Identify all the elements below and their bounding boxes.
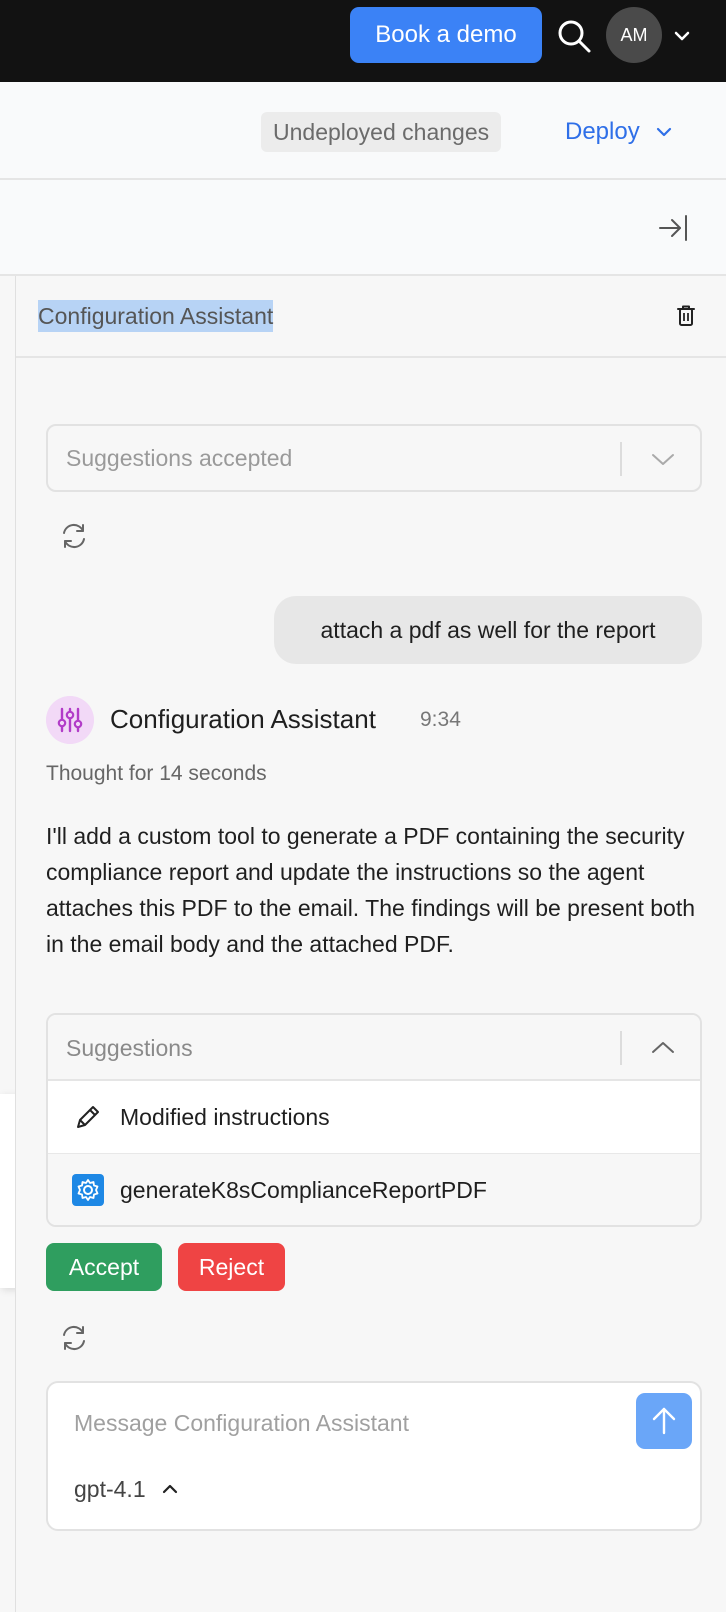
panel-toolbar	[0, 180, 726, 276]
book-demo-button[interactable]: Book a demo	[350, 7, 542, 63]
chevron-down-icon[interactable]	[672, 26, 692, 46]
collapse-panel-icon[interactable]	[658, 212, 690, 244]
panel-title: Configuration Assistant	[38, 300, 274, 332]
suggestions-card: Suggestions Modified instructions genera…	[46, 1013, 702, 1227]
deploy-bar: Undeployed changes Deploy	[0, 82, 726, 180]
suggestion-label: Modified instructions	[120, 1104, 330, 1130]
previous-suggestions-select[interactable]: Suggestions accepted	[46, 424, 702, 492]
assistant-message-text: I'll add a custom tool to generate a PDF…	[46, 823, 696, 957]
reject-button[interactable]: Reject	[178, 1243, 285, 1291]
deploy-label: Deploy	[565, 118, 640, 145]
assistant-message-header: Configuration Assistant 9:34	[46, 696, 686, 746]
undeployed-status-badge: Undeployed changes	[261, 112, 502, 152]
search-icon[interactable]	[556, 18, 592, 54]
chevron-down-icon[interactable]	[648, 444, 678, 474]
chevron-up-icon	[162, 1484, 177, 1494]
previous-suggestions-status: Suggestions accepted	[66, 445, 293, 471]
model-selector[interactable]: gpt-4.1	[74, 1469, 180, 1509]
arrow-up-icon	[652, 1407, 676, 1435]
model-label: gpt-4.1	[74, 1475, 146, 1502]
thought-duration[interactable]: Thought for 14 seconds	[46, 762, 267, 786]
divider	[620, 1031, 622, 1065]
avatar[interactable]: AM	[606, 7, 662, 63]
message-input[interactable]	[74, 1403, 594, 1443]
suggestion-label: generateK8sComplianceReportPDF	[120, 1177, 487, 1203]
suggestion-item-modified-instructions[interactable]: Modified instructions	[48, 1081, 700, 1153]
assistant-name: Configuration Assistant	[110, 704, 376, 734]
trash-icon[interactable]	[672, 302, 700, 330]
chevron-down-icon	[656, 127, 671, 137]
suggestions-header[interactable]: Suggestions	[48, 1015, 700, 1081]
refresh-icon[interactable]	[58, 520, 90, 552]
panel-header: Configuration Assistant	[16, 276, 726, 358]
send-button[interactable]	[636, 1393, 692, 1449]
divider	[620, 442, 622, 476]
suggestions-header-label: Suggestions	[66, 1035, 193, 1061]
pencil-icon	[77, 1106, 99, 1128]
deploy-button[interactable]: Deploy	[565, 112, 674, 152]
accept-button[interactable]: Accept	[46, 1243, 162, 1291]
top-bar: Book a demo AM	[0, 0, 726, 82]
user-message: attach a pdf as well for the report	[274, 596, 702, 664]
message-timestamp: 9:34	[420, 708, 461, 731]
chevron-up-icon[interactable]	[648, 1033, 678, 1063]
message-composer: gpt-4.1	[46, 1381, 702, 1531]
gear-icon	[72, 1174, 104, 1206]
suggestion-item-generate-pdf-tool[interactable]: generateK8sComplianceReportPDF	[48, 1153, 700, 1225]
sliders-icon	[46, 696, 94, 744]
refresh-icon[interactable]	[58, 1322, 90, 1354]
